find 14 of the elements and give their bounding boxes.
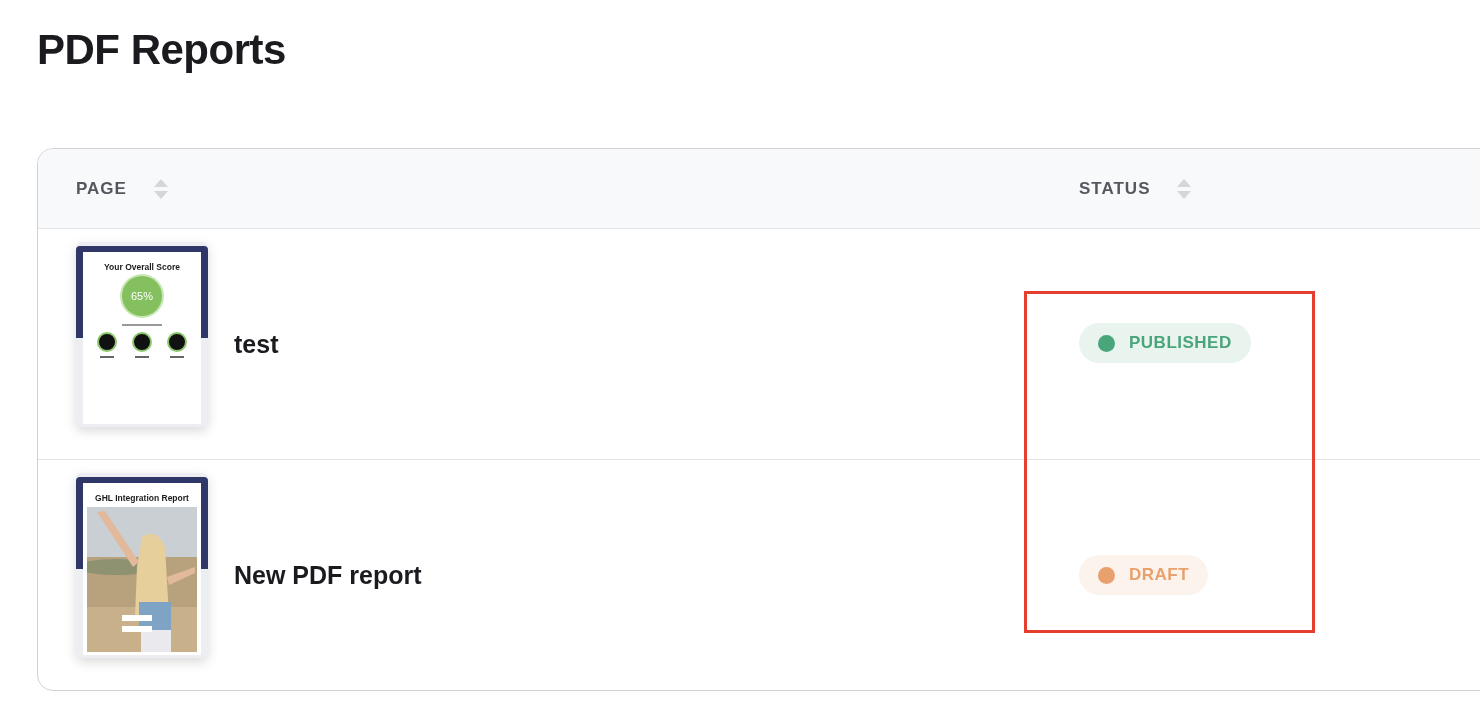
- score-circle: 65%: [122, 275, 162, 316]
- column-header[interactable]: STATUS: [1079, 178, 1151, 199]
- report-name[interactable]: New PDF report: [234, 560, 422, 590]
- status-badge: DRAFT: [1079, 555, 1209, 595]
- thumbnail-title: Your Overall Score: [104, 261, 180, 272]
- report-name[interactable]: test: [234, 329, 279, 359]
- report-thumbnail[interactable]: Your Overall Score 65%: [76, 241, 208, 427]
- page-title: PDF Reports: [37, 25, 286, 75]
- status-badge: PUBLISHED: [1079, 323, 1251, 363]
- thumbnail-title: GHL Integration Report: [95, 492, 189, 503]
- sort-icon[interactable]: [152, 177, 169, 200]
- report-thumbnail[interactable]: GHL Integration Report: [76, 472, 208, 658]
- sort-icon[interactable]: [1176, 177, 1193, 200]
- column-header[interactable]: PAGE: [76, 178, 127, 199]
